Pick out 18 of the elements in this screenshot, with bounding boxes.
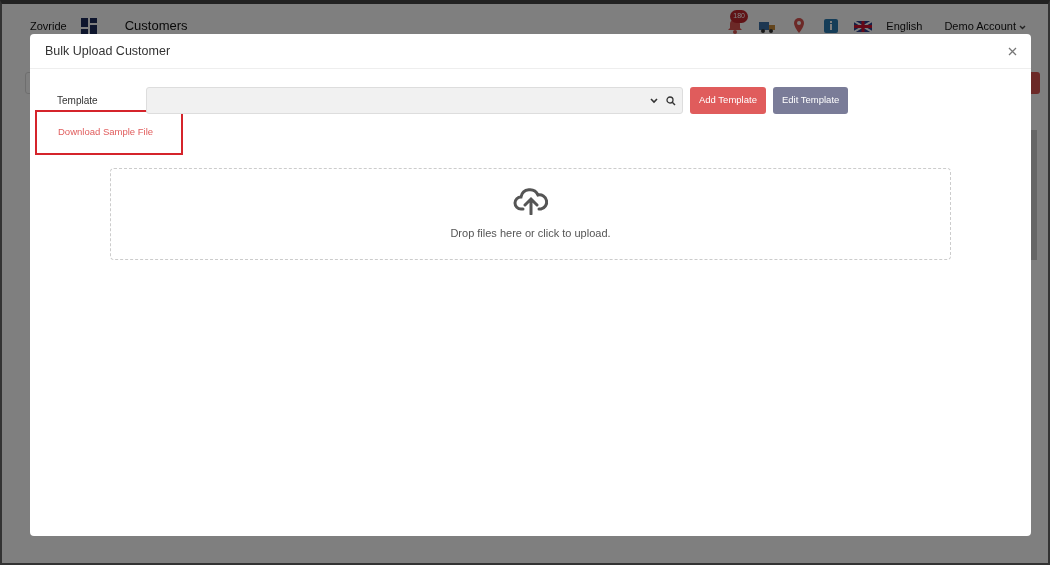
caret-icon (1019, 24, 1026, 30)
language-selector[interactable]: English (886, 17, 923, 35)
info-icon[interactable] (822, 17, 841, 35)
field-label: Template (56, 94, 99, 108)
brand-name[interactable]: Zovride (30, 17, 67, 35)
cloud-upload-icon (512, 186, 549, 215)
modal-title: Bulk Upload Customer (45, 42, 171, 60)
dashboard-icon[interactable] (80, 18, 97, 34)
dropzone[interactable]: Drop files here or click to upload. (110, 168, 951, 260)
download-link[interactable]: Download Sample File (58, 126, 154, 137)
edit-template-button[interactable]: Edit Template (772, 87, 849, 114)
chevron-down-icon (650, 97, 658, 104)
page-title: Customers (124, 18, 188, 34)
add-template-button[interactable]: Add Template (690, 87, 766, 114)
search-icon[interactable] (666, 95, 676, 106)
account-menu[interactable]: Demo Account (944, 17, 1026, 35)
scrollbar[interactable] (1031, 130, 1037, 260)
dropzone-text: Drop files here or click to upload. (450, 225, 611, 241)
